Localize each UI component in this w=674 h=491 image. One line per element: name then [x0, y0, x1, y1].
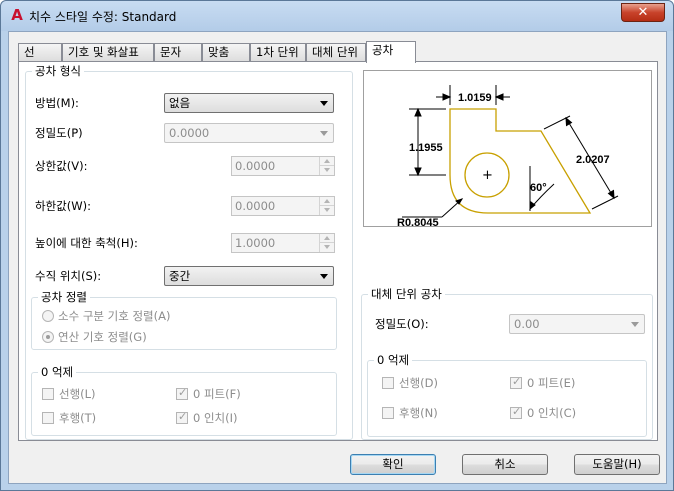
- height-scale-label: 높이에 대한 축척(H):: [35, 236, 138, 250]
- zero-inches-label: 0 인치(I): [193, 411, 238, 425]
- spin-up-icon[interactable]: [320, 234, 334, 243]
- precision-dropdown[interactable]: 0.0000: [164, 123, 334, 143]
- vertical-position-value: 중간: [169, 269, 191, 283]
- lower-value-spinner[interactable]: 0.0000: [231, 196, 335, 216]
- tab-alternate-units[interactable]: 대체 단위: [306, 43, 366, 62]
- preview-dim-left: 1.1955: [409, 142, 443, 154]
- align-operator-label: 연산 기호 정렬(G): [58, 330, 147, 344]
- tolerances-tab-panel: 공차 형식 방법(M): 없음 정밀도(P) 0.0000 상한값(V): 0.…: [18, 61, 658, 441]
- alt-leading-label: 선행(D): [399, 376, 438, 390]
- chevron-down-icon: [631, 322, 639, 327]
- zero-inches-checkbox[interactable]: [176, 410, 188, 424]
- trailing-label: 후행(T): [59, 411, 97, 425]
- spin-up-icon[interactable]: [320, 157, 334, 166]
- zero-feet-label: 0 피트(F): [193, 387, 241, 401]
- alt-zero-suppression-group: 0 억제 선행(D) 후행(N) 0 피트(E) 0 인치(C): [367, 353, 647, 437]
- tab-symbols-arrows[interactable]: 기호 및 화살표: [62, 43, 154, 62]
- vertical-position-label: 수직 위치(S):: [35, 269, 102, 283]
- upper-value-spinner[interactable]: 0.0000: [231, 156, 335, 176]
- chevron-down-icon: [320, 131, 328, 136]
- preview-angle: 60°: [530, 182, 547, 194]
- ok-button[interactable]: 확인: [350, 454, 436, 475]
- method-label: 방법(M):: [35, 96, 79, 110]
- tab-primary-units[interactable]: 1차 단위: [250, 43, 306, 62]
- alt-zero-inches-label: 0 인치(C): [527, 406, 577, 420]
- tolerance-alignment-group: 공차 정렬 소수 구분 기호 정렬(A) 연산 기호 정렬(G): [31, 290, 337, 350]
- preview-dim-right: 2.0207: [576, 154, 610, 166]
- zero-suppression-title: 0 억제: [38, 365, 77, 379]
- upper-value: 0.0000: [235, 159, 276, 173]
- preview-part-outline: [449, 108, 592, 214]
- spin-down-icon[interactable]: [320, 166, 334, 175]
- zero-feet-checkbox[interactable]: [176, 386, 188, 400]
- leading-label: 선행(L): [59, 387, 96, 401]
- alt-zero-feet-label: 0 피트(E): [527, 376, 576, 390]
- spin-up-icon[interactable]: [320, 197, 334, 206]
- window-title: 치수 스타일 수정: Standard: [29, 10, 177, 24]
- spin-down-icon[interactable]: [320, 243, 334, 252]
- alt-trailing-label: 후행(N): [399, 406, 438, 420]
- title-bar[interactable]: A 치수 스타일 수정: Standard ✕: [1, 1, 673, 31]
- alt-zero-suppression-title: 0 억제: [374, 353, 413, 367]
- tab-lines[interactable]: 선: [18, 43, 62, 62]
- tolerance-format-group: 공차 형식 방법(M): 없음 정밀도(P) 0.0000 상한값(V): 0.…: [25, 64, 353, 440]
- dialog-window: A 치수 스타일 수정: Standard ✕ 선 기호 및 화살표 문자 맞춤…: [0, 0, 674, 491]
- tab-text[interactable]: 문자: [154, 43, 202, 62]
- dialog-client-area: 선 기호 및 화살표 문자 맞춤 1차 단위 대체 단위 공차 공차 형식 방법…: [8, 31, 667, 484]
- height-scale-value: 1.0000: [235, 236, 276, 250]
- tolerance-alignment-title: 공차 정렬: [38, 290, 90, 304]
- method-value: 없음: [169, 96, 191, 110]
- height-scale-spinner[interactable]: 1.0000: [231, 233, 335, 253]
- autocad-app-icon: A: [11, 6, 23, 24]
- alt-zero-feet-checkbox[interactable]: [510, 375, 522, 389]
- tolerance-format-title: 공차 형식: [32, 64, 84, 78]
- chevron-down-icon: [320, 274, 328, 279]
- align-operator-radio[interactable]: [42, 331, 54, 343]
- leading-checkbox[interactable]: [42, 388, 54, 400]
- trailing-checkbox[interactable]: [42, 412, 54, 424]
- lower-value-label: 하한값(W):: [35, 199, 91, 213]
- precision-value: 0.0000: [169, 126, 210, 140]
- alt-trailing-checkbox[interactable]: [382, 407, 394, 419]
- alt-precision-label: 정밀도(O):: [375, 317, 429, 331]
- alt-precision-value: 0.00: [514, 317, 540, 331]
- spin-down-icon[interactable]: [320, 206, 334, 215]
- lower-value: 0.0000: [235, 199, 276, 213]
- alt-unit-tolerance-group: 대체 단위 공차 정밀도(O): 0.00 0 억제 선행(D) 후행(N) 0…: [361, 287, 653, 440]
- alt-leading-checkbox[interactable]: [382, 377, 394, 389]
- cancel-button[interactable]: 취소: [462, 454, 548, 475]
- alt-zero-inches-checkbox[interactable]: [510, 405, 522, 419]
- align-decimal-radio[interactable]: [42, 310, 54, 322]
- close-button[interactable]: ✕: [621, 3, 665, 22]
- help-button[interactable]: 도움말(H): [574, 454, 660, 475]
- alt-precision-dropdown[interactable]: 0.00: [509, 314, 645, 334]
- preview-drawing: 1.0159 1.1955 2.0207 60° R0.8045 +: [397, 85, 619, 229]
- tab-tolerances[interactable]: 공차: [366, 41, 416, 63]
- preview-dim-top: 1.0159: [458, 92, 492, 104]
- chevron-down-icon: [320, 101, 328, 106]
- tab-fit[interactable]: 맞춤: [202, 43, 250, 62]
- precision-label: 정밀도(P): [35, 126, 83, 140]
- upper-value-label: 상한값(V):: [35, 159, 88, 173]
- alt-unit-tolerance-title: 대체 단위 공차: [368, 287, 445, 301]
- align-decimal-label: 소수 구분 기호 정렬(A): [58, 309, 171, 323]
- method-dropdown[interactable]: 없음: [164, 93, 334, 113]
- zero-suppression-group: 0 억제 선행(L) 후행(T) 0 피트(F) 0 인치(I): [31, 365, 337, 436]
- vertical-position-dropdown[interactable]: 중간: [164, 266, 334, 286]
- tolerance-preview: 1.0159 1.1955 2.0207 60° R0.8045 +: [363, 70, 652, 229]
- preview-center-mark: +: [482, 168, 493, 183]
- preview-radius: R0.8045: [397, 217, 439, 226]
